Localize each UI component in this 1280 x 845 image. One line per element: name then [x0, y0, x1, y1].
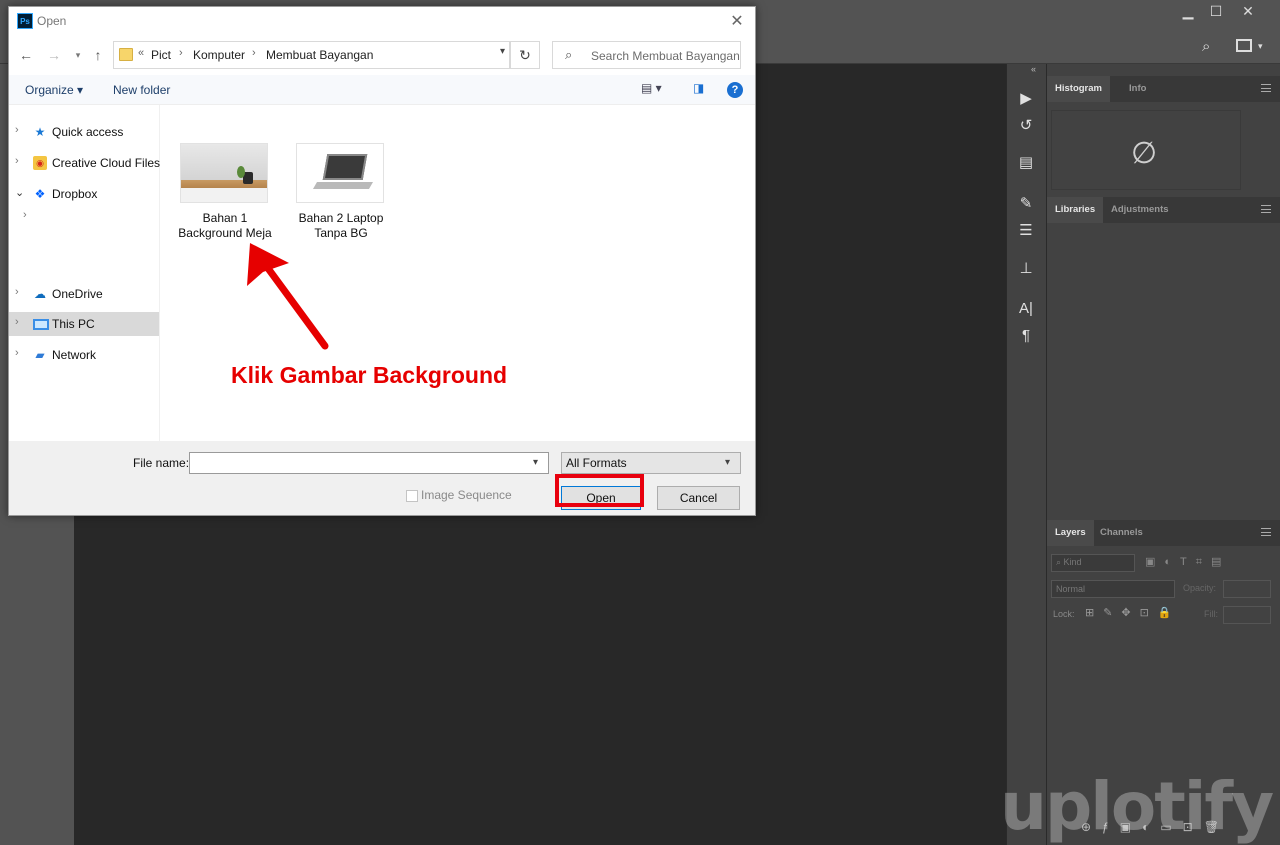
arrow-head [247, 243, 289, 286]
annotation-arrow [247, 243, 329, 350]
watermark-logo: uplotify [1000, 768, 1274, 845]
annotation-text: Klik Gambar Background [231, 362, 508, 388]
